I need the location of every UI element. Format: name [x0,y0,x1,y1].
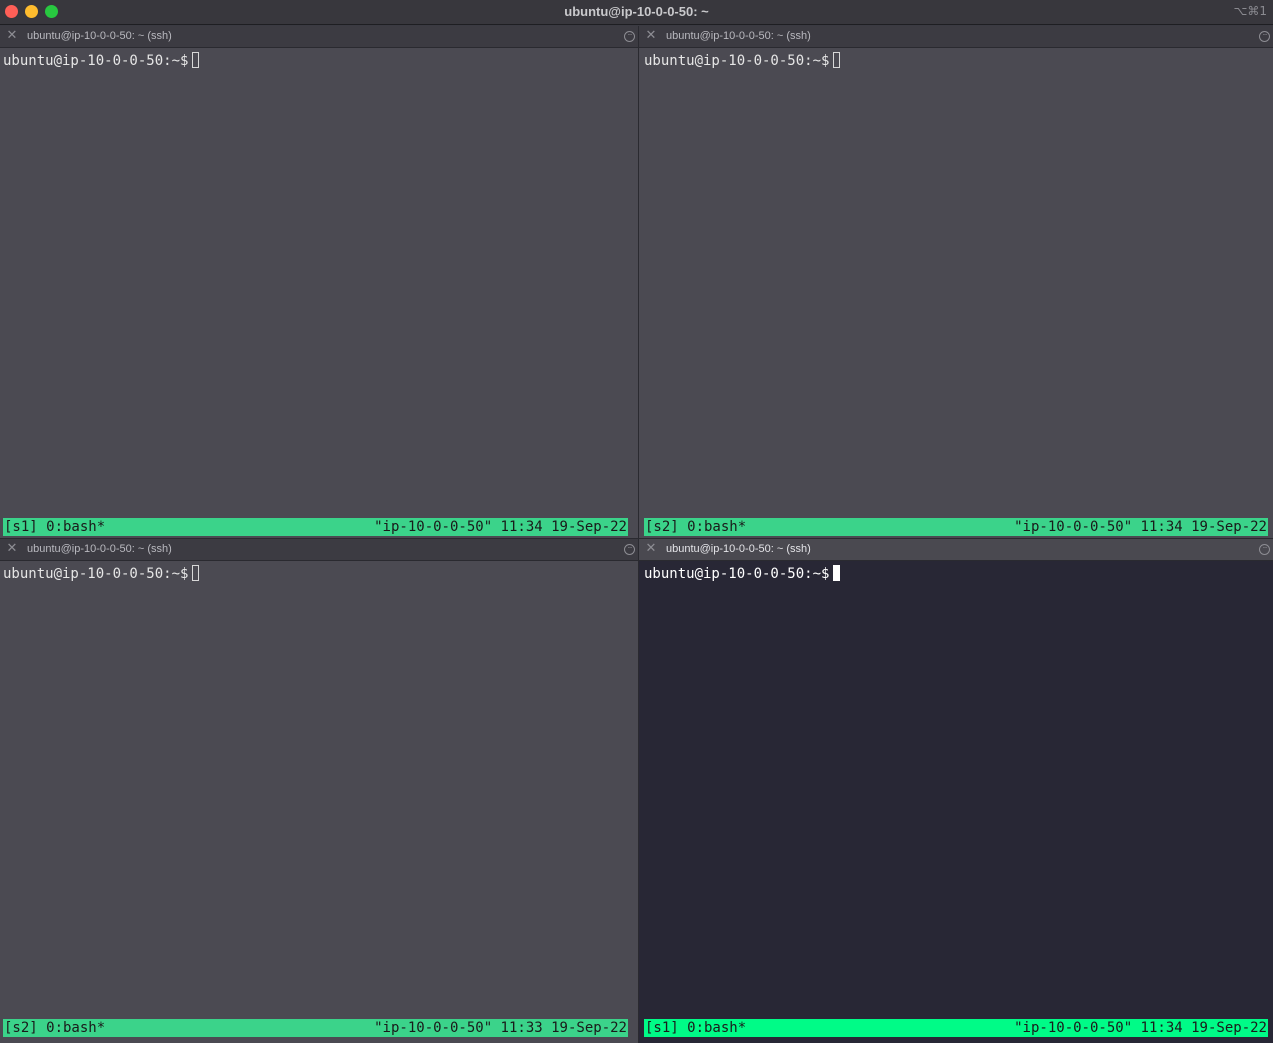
tmux-status-bar: [s2] 0:bash* "ip-10-0-0-50" 11:34 19-Sep… [644,518,1268,536]
tmux-status-left: [s2] 0:bash* [645,519,747,535]
pane-tab-title: ubuntu@ip-10-0-0-50: ~ (ssh) [666,30,811,42]
terminal-output[interactable]: ubuntu@ip-10-0-0-50:~$ [s1] 0:bash* "ip-… [0,48,638,538]
shell-prompt: ubuntu@ip-10-0-0-50:~$ [3,566,189,582]
shell-prompt-line: ubuntu@ip-10-0-0-50:~$ [644,565,841,583]
pane-tab-title: ubuntu@ip-10-0-0-50: ~ (ssh) [666,543,811,555]
shell-prompt-line: ubuntu@ip-10-0-0-50:~$ [3,52,200,70]
window-shortcut: ⌥⌘1 [1233,4,1267,18]
terminal-output[interactable]: ubuntu@ip-10-0-0-50:~$ [s2] 0:bash* "ip-… [0,561,638,1043]
terminal-output[interactable]: ubuntu@ip-10-0-0-50:~$ [s2] 0:bash* "ip-… [639,48,1273,538]
terminal-cursor [833,52,841,68]
tmux-status-right: "ip-10-0-0-50" 11:34 19-Sep-22 [1014,1020,1267,1036]
tmux-status-left: [s2] 0:bash* [4,1020,106,1036]
tmux-status-bar: [s1] 0:bash* "ip-10-0-0-50" 11:34 19-Sep… [3,518,628,536]
pane-divider-horizontal[interactable] [0,538,1273,539]
shell-prompt: ubuntu@ip-10-0-0-50:~$ [3,53,189,69]
title-bar[interactable]: ubuntu@ip-10-0-0-50: ~ ⌥⌘1 [0,0,1273,25]
shell-prompt: ubuntu@ip-10-0-0-50:~$ [644,566,830,582]
shell-prompt-line: ubuntu@ip-10-0-0-50:~$ [644,52,841,70]
tmux-status-right: "ip-10-0-0-50" 11:34 19-Sep-22 [374,519,627,535]
terminal-pane-bottom-right[interactable]: ✕ ubuntu@ip-10-0-0-50: ~ (ssh) ··· ubunt… [639,539,1273,1043]
ellipsis-circle-icon[interactable]: ··· [624,31,635,42]
tmux-status-left: [s1] 0:bash* [645,1020,747,1036]
tmux-status-left: [s1] 0:bash* [4,519,106,535]
close-icon[interactable]: ✕ [6,29,18,42]
close-icon[interactable]: ✕ [645,542,657,555]
pane-tab[interactable]: ✕ ubuntu@ip-10-0-0-50: ~ (ssh) ··· [639,26,1273,48]
close-icon[interactable]: ✕ [6,542,18,555]
terminal-pane-bottom-left[interactable]: ✕ ubuntu@ip-10-0-0-50: ~ (ssh) ··· ubunt… [0,539,638,1043]
tmux-status-right: "ip-10-0-0-50" 11:34 19-Sep-22 [1014,519,1267,535]
window-title: ubuntu@ip-10-0-0-50: ~ [564,4,709,19]
tmux-status-right: "ip-10-0-0-50" 11:33 19-Sep-22 [374,1020,627,1036]
pane-tab-title: ubuntu@ip-10-0-0-50: ~ (ssh) [27,30,172,42]
shell-prompt: ubuntu@ip-10-0-0-50:~$ [644,53,830,69]
terminal-window: ubuntu@ip-10-0-0-50: ~ ⌥⌘1 ✕ ubuntu@ip-1… [0,0,1273,1043]
pane-tab-title: ubuntu@ip-10-0-0-50: ~ (ssh) [27,543,172,555]
shell-prompt-line: ubuntu@ip-10-0-0-50:~$ [3,565,200,583]
pane-divider-vertical[interactable] [638,26,639,1043]
terminal-cursor [833,565,841,581]
terminal-pane-top-right[interactable]: ✕ ubuntu@ip-10-0-0-50: ~ (ssh) ··· ubunt… [639,26,1273,538]
pane-tab[interactable]: ✕ ubuntu@ip-10-0-0-50: ~ (ssh) ··· [0,539,638,561]
pane-tab[interactable]: ✕ ubuntu@ip-10-0-0-50: ~ (ssh) ··· [0,26,638,48]
terminal-cursor [192,565,200,581]
ellipsis-circle-icon[interactable]: ··· [1259,31,1270,42]
close-icon[interactable]: ✕ [645,29,657,42]
ellipsis-circle-icon[interactable]: ··· [624,544,635,555]
terminal-output[interactable]: ubuntu@ip-10-0-0-50:~$ [s1] 0:bash* "ip-… [639,561,1273,1043]
tmux-status-bar: [s2] 0:bash* "ip-10-0-0-50" 11:33 19-Sep… [3,1019,628,1037]
terminal-cursor [192,52,200,68]
terminal-pane-top-left[interactable]: ✕ ubuntu@ip-10-0-0-50: ~ (ssh) ··· ubunt… [0,26,638,538]
pane-tab[interactable]: ✕ ubuntu@ip-10-0-0-50: ~ (ssh) ··· [639,539,1273,561]
ellipsis-circle-icon[interactable]: ··· [1259,544,1270,555]
tmux-status-bar: [s1] 0:bash* "ip-10-0-0-50" 11:34 19-Sep… [644,1019,1268,1037]
